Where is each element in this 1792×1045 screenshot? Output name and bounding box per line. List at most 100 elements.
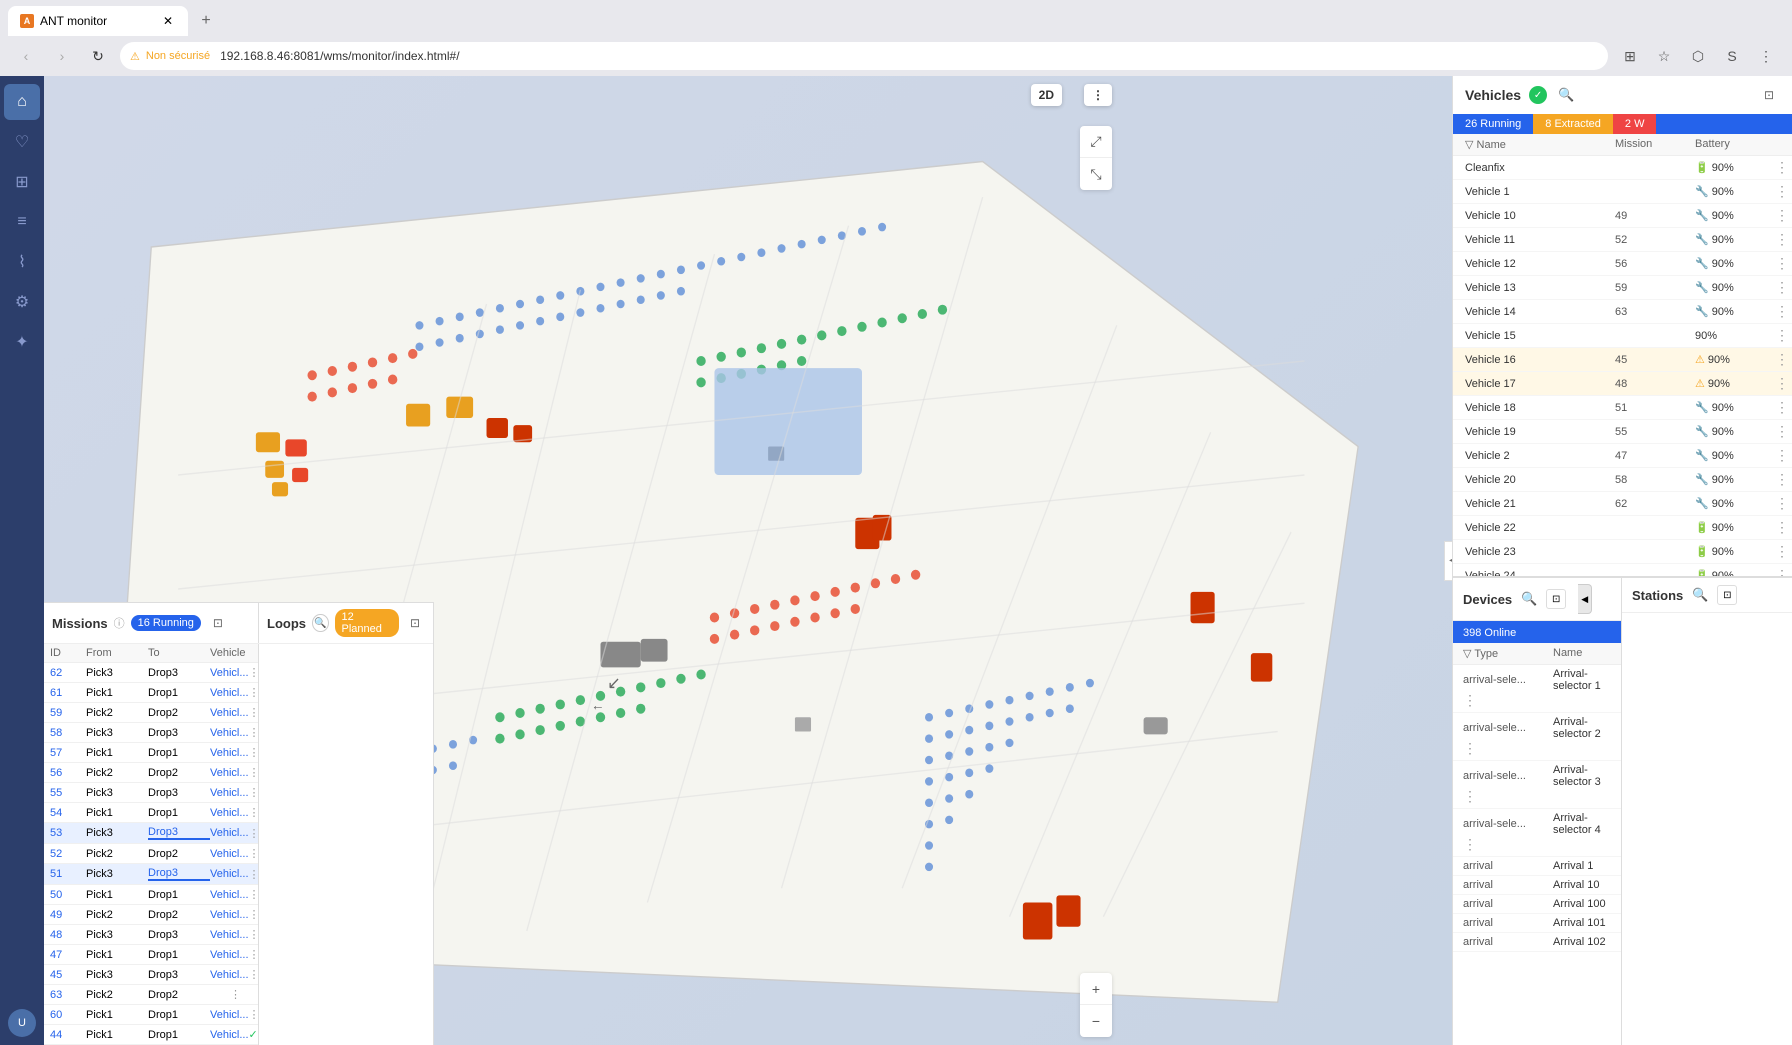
vehicle-row-22[interactable]: Vehicle 22 🔋 90% ⋮: [1453, 516, 1792, 540]
device-row[interactable]: arrival-sele... Arrival-selector 4 ⋮: [1453, 809, 1621, 857]
device-row[interactable]: arrival Arrival 10: [1453, 876, 1621, 895]
vehicle-row-18[interactable]: Vehicle 18 51 🔧 90% ⋮: [1453, 396, 1792, 420]
map-controls: ⤢ ⤡: [1080, 126, 1112, 190]
extensions-button[interactable]: ⬡: [1684, 42, 1712, 70]
device-row[interactable]: arrival Arrival 101: [1453, 914, 1621, 933]
vehicle-row-24[interactable]: Vehicle 24 🔋 90% ⋮: [1453, 564, 1792, 576]
table-row[interactable]: 57Pick1Drop1Vehicl...⋮: [44, 743, 258, 763]
panel-headers: Missions ⓘ 16 Running ⊡ Loops 🔍 12 Plann…: [44, 603, 433, 644]
vehicles-expand-button[interactable]: ⊡: [1758, 84, 1780, 106]
translate-button[interactable]: ⊞: [1616, 42, 1644, 70]
user-initial: U: [18, 1017, 26, 1029]
user-avatar[interactable]: U: [8, 1009, 36, 1037]
vehicle-row-23[interactable]: Vehicle 23 🔋 90% ⋮: [1453, 540, 1792, 564]
options-icon: ⋮: [1092, 88, 1104, 102]
zoom-out-button[interactable]: −: [1080, 1005, 1112, 1037]
main-content: ↙ ← ⋮ 2D ⤢ ⤡ + − ◀: [44, 76, 1452, 1045]
stations-search-button[interactable]: 🔍: [1689, 584, 1711, 606]
vehicle-row-2[interactable]: Vehicle 2 47 🔧 90% ⋮: [1453, 444, 1792, 468]
sidebar-item-nodes[interactable]: ✦: [4, 324, 40, 360]
table-row[interactable]: 47Pick1Drop1Vehicl...⋮: [44, 945, 258, 965]
loops-expand-button[interactable]: ⊡: [405, 612, 425, 634]
vehicle-row-21[interactable]: Vehicle 21 62 🔧 90% ⋮: [1453, 492, 1792, 516]
table-row[interactable]: 49Pick2Drop2Vehicl...⋮: [44, 905, 258, 925]
devices-collapse-button[interactable]: ◀: [1578, 584, 1592, 614]
back-button[interactable]: ‹: [12, 42, 40, 70]
2d-toggle-button[interactable]: 2D: [1031, 84, 1062, 106]
tab-favicon: A: [20, 14, 34, 28]
vehicle-row-1[interactable]: Vehicle 1 🔧 90% ⋮: [1453, 180, 1792, 204]
device-row[interactable]: arrival-sele... Arrival-selector 1 ⋮: [1453, 665, 1621, 713]
vehicles-search-button[interactable]: 🔍: [1555, 84, 1577, 106]
table-row[interactable]: 45Pick3Drop3Vehicl...⋮: [44, 965, 258, 985]
table-row[interactable]: 61Pick1Drop1Vehicl...⋮: [44, 683, 258, 703]
address-bar[interactable]: ⚠ Non sécurisé 192.168.8.46:8081/wms/mon…: [120, 42, 1608, 70]
table-row[interactable]: 48Pick3Drop3Vehicl...⋮: [44, 925, 258, 945]
table-row[interactable]: 53Pick3Drop3Vehicl...⋮: [44, 823, 258, 844]
table-row[interactable]: 58Pick3Drop3Vehicl...⋮: [44, 723, 258, 743]
sidebar-item-layers[interactable]: ⊞: [4, 164, 40, 200]
vehicle-row-20[interactable]: Vehicle 20 58 🔧 90% ⋮: [1453, 468, 1792, 492]
missions-panel: Missions ⓘ 16 Running ⊡ Loops 🔍 12 Plann…: [44, 602, 434, 1045]
app-container: ⌂ ♡ ⊞ ≡ ⌇ ⚙ ✦ U: [0, 76, 1792, 1045]
table-row[interactable]: 54Pick1Drop1Vehicl...⋮: [44, 803, 258, 823]
zoom-fit-button[interactable]: ⤢: [1080, 126, 1112, 158]
device-row[interactable]: arrival-sele... Arrival-selector 2 ⋮: [1453, 713, 1621, 761]
table-row[interactable]: 59Pick2Drop2Vehicl...⋮: [44, 703, 258, 723]
sidebar-item-home[interactable]: ⌂: [4, 84, 40, 120]
missions-table-area: ID From To Vehicle 62Pick3Drop3Vehicl...…: [44, 644, 433, 1045]
device-row[interactable]: arrival Arrival 100: [1453, 895, 1621, 914]
more-button[interactable]: ⋮: [1752, 42, 1780, 70]
devices-panel: Devices 🔍 ⊡ ◀ 398 Online ▽ Type Name a: [1453, 578, 1622, 1045]
sidebar-item-analytics[interactable]: ⌇: [4, 244, 40, 280]
sidebar-item-settings[interactable]: ⚙: [4, 284, 40, 320]
reload-button[interactable]: ↻: [84, 42, 112, 70]
zoom-in-button[interactable]: +: [1080, 973, 1112, 1005]
sidebar-item-list[interactable]: ≡: [4, 204, 40, 240]
table-row[interactable]: 44Pick1Drop1Vehicl...✓: [44, 1025, 258, 1045]
new-tab-button[interactable]: +: [192, 7, 220, 35]
tab-close-button[interactable]: ✕: [160, 13, 176, 29]
table-row[interactable]: 50Pick1Drop1Vehicl...⋮: [44, 885, 258, 905]
expand-button[interactable]: ⤡: [1080, 158, 1112, 190]
vehicle-row-11[interactable]: Vehicle 11 52 🔧 90% ⋮: [1453, 228, 1792, 252]
sidebar-item-favorites[interactable]: ♡: [4, 124, 40, 160]
stations-expand-button[interactable]: ⊡: [1717, 585, 1737, 605]
device-row[interactable]: arrival-sele... Arrival-selector 3 ⋮: [1453, 761, 1621, 809]
device-row[interactable]: arrival Arrival 102: [1453, 933, 1621, 952]
bookmark-button[interactable]: ☆: [1650, 42, 1678, 70]
vehicle-row-14[interactable]: Vehicle 14 63 🔧 90% ⋮: [1453, 300, 1792, 324]
map-options-button[interactable]: ⋮: [1084, 84, 1112, 106]
vehicle-row-cleanfix[interactable]: Cleanfix 🔋 90% ⋮: [1453, 156, 1792, 180]
table-row[interactable]: 60Pick1Drop1Vehicl...⋮: [44, 1005, 258, 1025]
table-row[interactable]: 63Pick2Drop2⋮: [44, 985, 258, 1005]
table-row[interactable]: 55Pick3Drop3Vehicl...⋮: [44, 783, 258, 803]
map-area[interactable]: ↙ ← ⋮ 2D ⤢ ⤡ + − ◀: [44, 76, 1452, 1045]
forward-button[interactable]: ›: [48, 42, 76, 70]
missions-expand-button[interactable]: ⊡: [207, 612, 229, 634]
vehicles-list: Cleanfix 🔋 90% ⋮ Vehicle 1 🔧 90% ⋮ Vehic…: [1453, 156, 1792, 576]
vehicle-row-15[interactable]: Vehicle 15 90% ⋮: [1453, 324, 1792, 348]
table-row[interactable]: 56Pick2Drop2Vehicl...⋮: [44, 763, 258, 783]
table-row[interactable]: 62Pick3Drop3Vehicl...⋮: [44, 663, 258, 683]
devices-export-button[interactable]: ⊡: [1546, 589, 1566, 609]
vehicle-row-10[interactable]: Vehicle 10 49 🔧 90% ⋮: [1453, 204, 1792, 228]
table-row[interactable]: 52Pick2Drop2Vehicl...⋮: [44, 844, 258, 864]
vehicle-row-13[interactable]: Vehicle 13 59 🔧 90% ⋮: [1453, 276, 1792, 300]
vehicle-row-17[interactable]: Vehicle 17 48 ⚠ 90% ⋮: [1453, 372, 1792, 396]
loops-search-icon[interactable]: 🔍: [312, 614, 329, 632]
browser-tab[interactable]: A ANT monitor ✕: [8, 6, 188, 36]
profile-button[interactable]: S: [1718, 42, 1746, 70]
device-row[interactable]: arrival Arrival 1: [1453, 857, 1621, 876]
vehicle-row-16[interactable]: Vehicle 16 45 ⚠ 90% ⋮: [1453, 348, 1792, 372]
col-battery: Battery: [1695, 138, 1775, 151]
security-icon: ⚠: [130, 50, 140, 63]
panel-collapse-button[interactable]: ◀: [1444, 541, 1452, 581]
missions-col-header: ID From To Vehicle: [44, 644, 258, 663]
devices-search-button[interactable]: 🔍: [1518, 588, 1540, 610]
vehicle-row-19[interactable]: Vehicle 19 55 🔧 90% ⋮: [1453, 420, 1792, 444]
vehicle-row-12[interactable]: Vehicle 12 56 🔧 90% ⋮: [1453, 252, 1792, 276]
zoom-controls: + −: [1080, 973, 1112, 1037]
vehicles-status-icon: ✓: [1529, 86, 1547, 104]
table-row[interactable]: 51Pick3Drop3Vehicl...⋮: [44, 864, 258, 885]
